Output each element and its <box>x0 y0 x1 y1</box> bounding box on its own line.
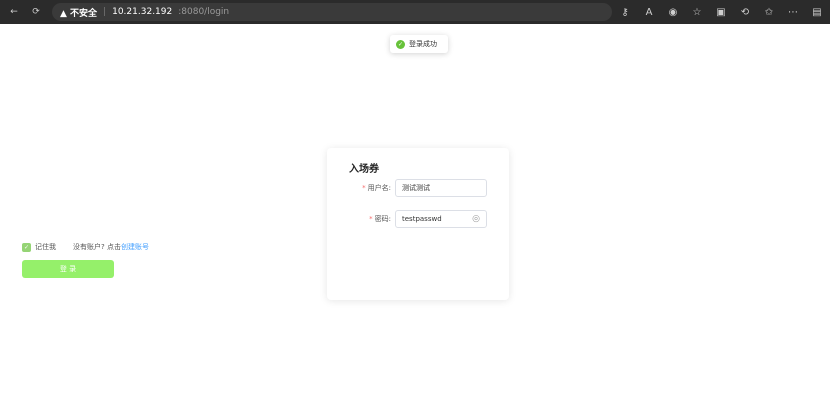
address-host: 10.21.32.192 <box>112 7 173 17</box>
favorites-icon[interactable]: ✩ <box>762 5 776 19</box>
reload-icon[interactable]: ⟳ <box>28 4 44 20</box>
username-row: * 用户名: 测试测试 <box>327 179 509 197</box>
key-icon[interactable]: ⚷ <box>618 5 632 19</box>
required-asterisk: * <box>369 215 373 223</box>
refresh-extension-icon[interactable]: ⟲ <box>738 5 752 19</box>
signup-text: 没有账户? 点击创建账号 <box>73 242 149 252</box>
username-value: 测试测试 <box>402 184 430 192</box>
browser-toolbar-right: ⚷ A ◉ ☆ ▣ ⟲ ✩ ⋯ ▤ <box>618 0 830 24</box>
browser-top-bar: ← ⟳ ▲ 不安全 | 10.21.32.192 :8080/login ⚷ A… <box>0 0 830 24</box>
username-label: * 用户名: <box>362 184 391 192</box>
back-arrow-icon[interactable]: ← <box>6 4 22 20</box>
favorite-star-icon[interactable]: ☆ <box>690 5 704 19</box>
sidebar-icon[interactable]: ▤ <box>810 5 824 19</box>
required-asterisk: * <box>362 184 366 192</box>
read-aloud-icon[interactable]: A <box>642 5 656 19</box>
signup-prefix: 没有账户? 点击 <box>73 243 121 251</box>
more-menu-icon[interactable]: ⋯ <box>786 5 800 19</box>
create-account-link[interactable]: 创建账号 <box>121 243 149 251</box>
remember-checkbox[interactable]: ✓ <box>22 242 31 252</box>
remember-me[interactable]: ✓ 记住我 <box>22 242 56 252</box>
address-separator: | <box>103 7 107 17</box>
toast-text: 登录成功 <box>409 40 437 48</box>
username-input[interactable]: 测试测试 <box>395 179 487 197</box>
password-row: * 密码: testpasswd ◎ <box>327 210 509 228</box>
address-bar[interactable]: ▲ 不安全 | 10.21.32.192 :8080/login <box>52 3 612 21</box>
insecure-warning: ▲ 不安全 <box>60 8 98 19</box>
login-card: 入场券 * 用户名: 测试测试 * 密码: testpasswd ◎ <box>327 148 509 300</box>
edge-icon[interactable]: ◉ <box>666 5 680 19</box>
password-input[interactable]: testpasswd ◎ <box>395 210 487 228</box>
password-value: testpasswd <box>402 215 442 223</box>
eye-icon[interactable]: ◎ <box>472 214 480 224</box>
collections-icon[interactable]: ▣ <box>714 5 728 19</box>
success-check-icon: ✓ <box>396 39 405 49</box>
login-title: 入场券 <box>349 164 379 175</box>
remember-label: 记住我 <box>35 243 56 251</box>
address-path: :8080/login <box>178 7 230 17</box>
password-label: * 密码: <box>369 215 391 223</box>
toast-notification: ✓ 登录成功 <box>390 35 448 53</box>
login-button[interactable]: 登 录 <box>22 260 114 278</box>
